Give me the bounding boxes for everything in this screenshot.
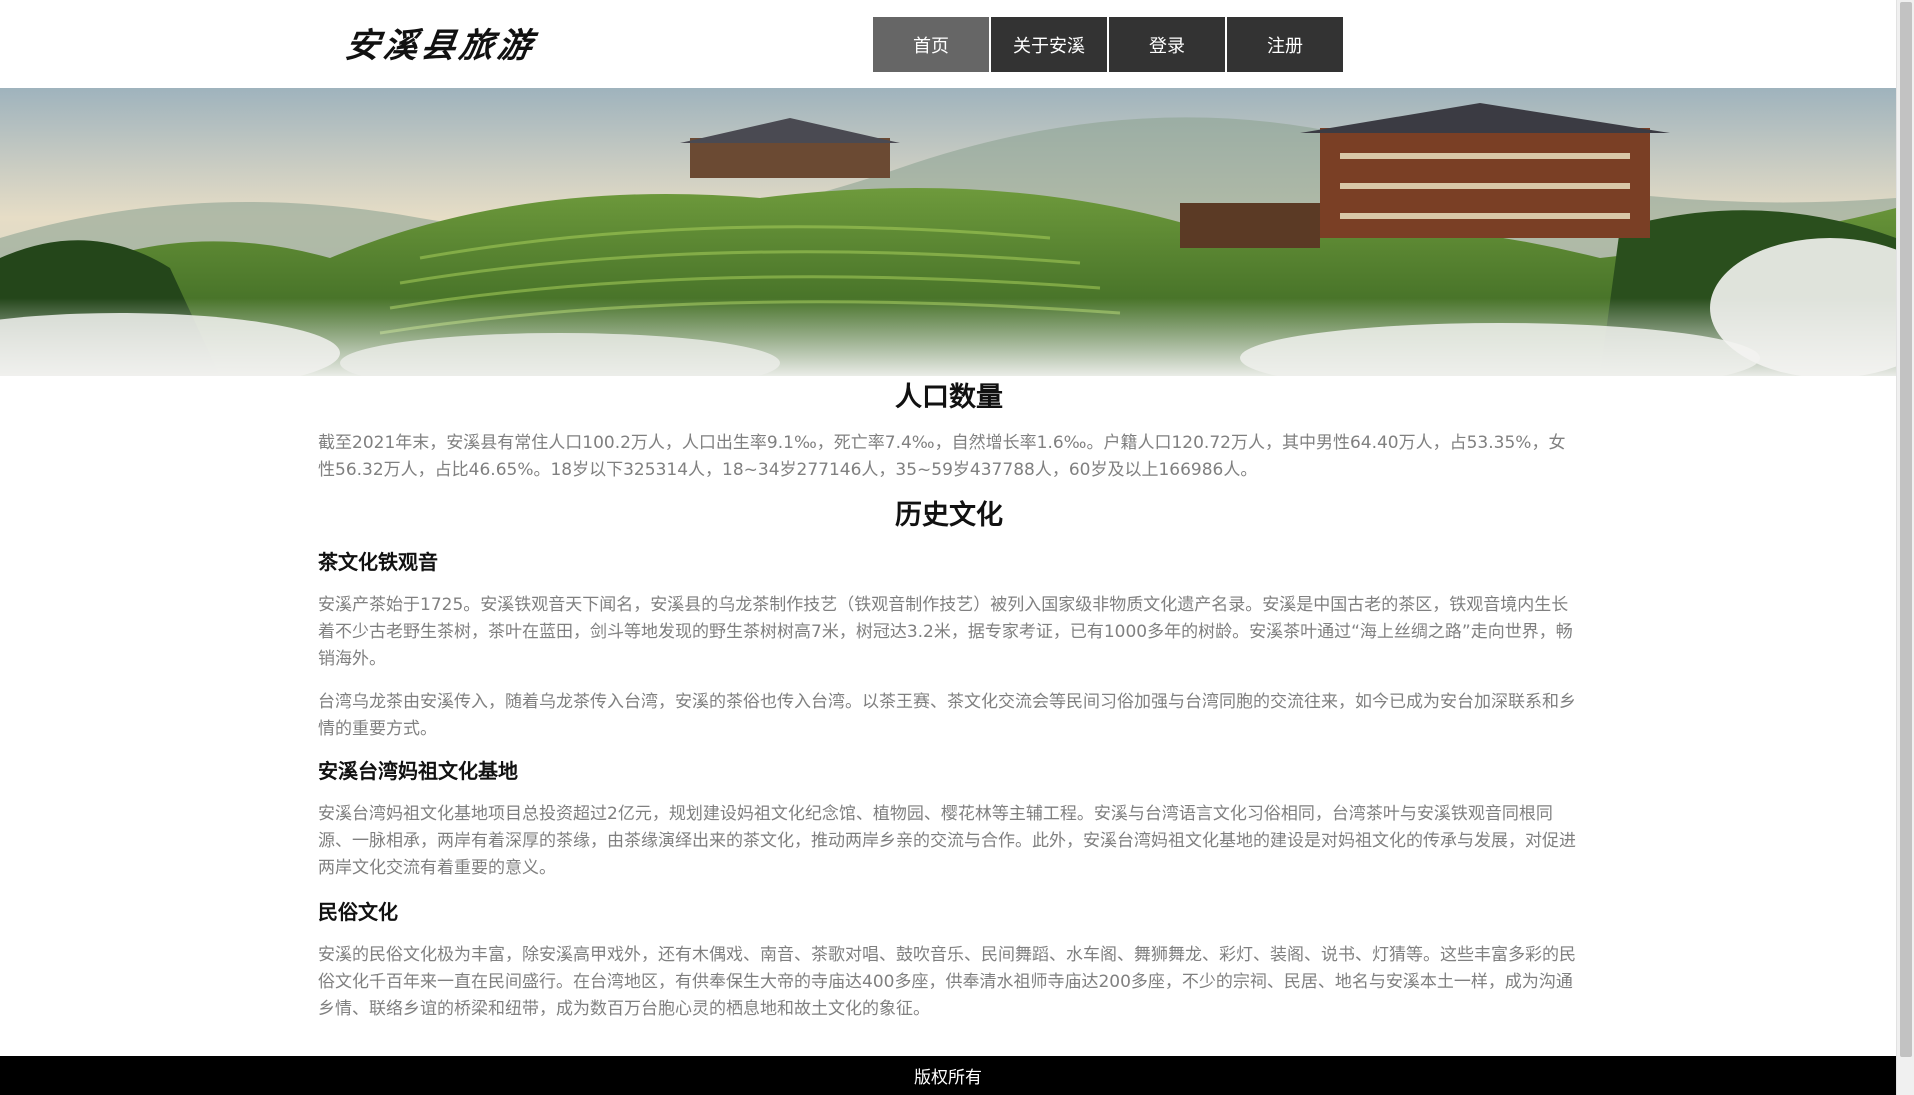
banner-image xyxy=(0,88,1896,376)
folk-culture-paragraph: 安溪的民俗文化极为丰富，除安溪高甲戏外，还有木偶戏、南音、茶歌对唱、鼓吹音乐、民… xyxy=(318,945,1576,1019)
population-text: 截至2021年末，安溪县有常住人口100.2万人，人口出生率9.1‰，死亡率7.… xyxy=(318,433,1566,480)
nav-register[interactable]: 注册 xyxy=(1227,17,1343,72)
population-title: 人口数量 xyxy=(895,382,1003,413)
folk-culture-title: 民俗文化 xyxy=(318,900,398,924)
copyright-text: 版权所有 xyxy=(914,1068,982,1088)
main-content: 人口数量 截至2021年末，安溪县有常住人口100.2万人，人口出生率9.1‰，… xyxy=(318,376,1580,1023)
tea-culture-paragraph-1: 安溪产茶始于1725。安溪铁观音天下闻名，安溪县的乌龙茶制作技艺（铁观音制作技艺… xyxy=(318,595,1573,669)
nav-about[interactable]: 关于安溪 xyxy=(991,17,1107,72)
tea-terrace-landscape-image xyxy=(0,88,1896,376)
mazu-base-paragraph: 安溪台湾妈祖文化基地项目总投资超过2亿元，规划建设妈祖文化纪念馆、植物园、樱花林… xyxy=(318,804,1576,878)
tea-culture-title: 茶文化铁观音 xyxy=(318,550,438,574)
site-header: 安溪县旅游 首页 关于安溪 登录 注册 xyxy=(0,0,1896,88)
mazu-base-title: 安溪台湾妈祖文化基地 xyxy=(318,759,518,783)
history-title: 历史文化 xyxy=(895,500,1003,531)
nav-login[interactable]: 登录 xyxy=(1109,17,1225,72)
tea-culture-paragraph-2: 台湾乌龙茶由安溪传入，随着乌龙茶传入台湾，安溪的茶俗也传入台湾。以茶王赛、茶文化… xyxy=(318,692,1576,739)
nav-home[interactable]: 首页 xyxy=(873,17,989,72)
site-footer: 版权所有 xyxy=(0,1056,1896,1095)
page-scrollbar[interactable] xyxy=(1896,0,1914,1095)
main-nav: 首页 关于安溪 登录 注册 xyxy=(873,17,1343,72)
scrollbar-thumb[interactable] xyxy=(1900,2,1912,1057)
site-logo[interactable]: 安溪县旅游 xyxy=(343,18,540,67)
